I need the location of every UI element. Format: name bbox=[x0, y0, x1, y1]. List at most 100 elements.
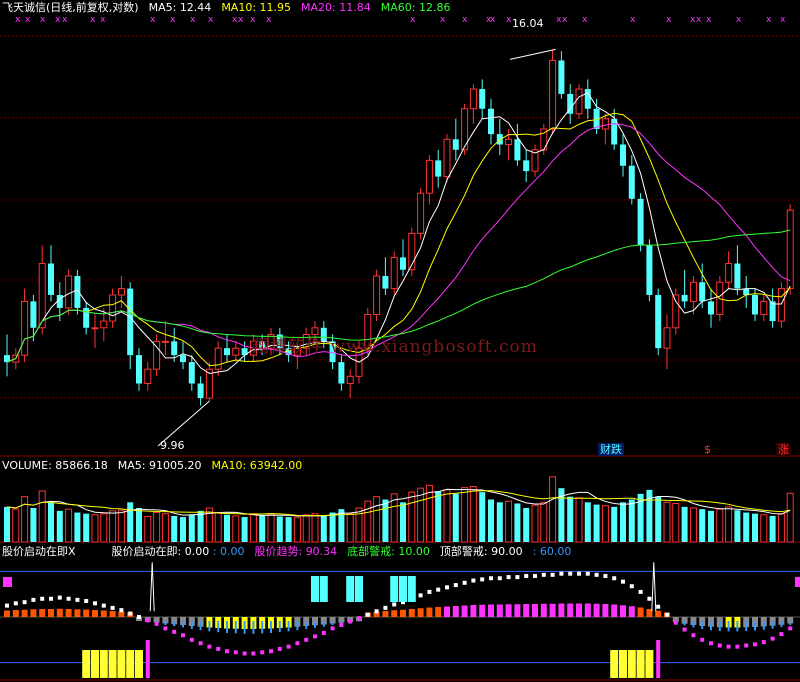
trend-dot bbox=[445, 585, 449, 590]
trend-dot bbox=[691, 633, 696, 638]
volume-bar-up bbox=[117, 509, 125, 543]
trend-dot bbox=[709, 641, 713, 646]
candle-body-down bbox=[197, 383, 204, 399]
volume-bar-up bbox=[601, 505, 609, 543]
volume-bar-down bbox=[611, 506, 618, 542]
ma20-label: MA20: bbox=[301, 1, 336, 14]
volume-bar-down bbox=[743, 512, 750, 542]
bottom-signal-block bbox=[619, 650, 627, 678]
trend-dot bbox=[119, 608, 124, 613]
candle-body-down bbox=[752, 294, 758, 315]
indicator-bar bbox=[118, 611, 125, 617]
volume-bar-down bbox=[752, 513, 758, 542]
trend-dot bbox=[717, 643, 722, 648]
bottom-signal-block bbox=[82, 650, 91, 678]
indicator-bar bbox=[628, 606, 635, 617]
trend-dot bbox=[207, 644, 212, 649]
vol-ma5-label: MA5: bbox=[117, 459, 146, 472]
volume-bar-up bbox=[689, 507, 697, 543]
top-marker: x bbox=[562, 15, 568, 25]
candle-body-up bbox=[232, 347, 240, 356]
trend-dot bbox=[321, 630, 326, 635]
top-marker: x bbox=[582, 15, 588, 25]
candle-body-up bbox=[689, 281, 697, 302]
bottom-signal-block bbox=[99, 650, 108, 678]
indicator-name: 股价启动在即X bbox=[2, 545, 76, 558]
volume-bar-down bbox=[435, 491, 442, 542]
top-signal-block bbox=[355, 576, 363, 602]
candle-body-down bbox=[628, 165, 635, 199]
trend-dot bbox=[603, 573, 608, 578]
indicator-tick bbox=[199, 621, 202, 631]
top-marker: x bbox=[15, 15, 21, 25]
volume-bar-up bbox=[346, 513, 354, 543]
volume-bar-up bbox=[531, 504, 539, 543]
top-marker: x bbox=[55, 15, 61, 25]
indicator-bar bbox=[39, 609, 46, 617]
indicator-bar bbox=[532, 604, 538, 617]
trend-dot bbox=[251, 651, 256, 656]
indicator-tick bbox=[173, 621, 176, 627]
signal-spike bbox=[656, 640, 661, 678]
indicator-tick bbox=[234, 621, 237, 634]
volume-bar-down bbox=[681, 506, 688, 542]
candle-body-up bbox=[390, 256, 398, 290]
volume-bar-up bbox=[786, 492, 794, 543]
candle-body-down bbox=[382, 275, 389, 289]
indicator-bar bbox=[470, 605, 477, 617]
top-marker: x bbox=[490, 15, 496, 25]
trend-dot bbox=[22, 600, 27, 605]
trend-dot bbox=[84, 599, 89, 604]
trend-dot bbox=[638, 589, 643, 594]
candle-body-down bbox=[743, 288, 750, 295]
top-marker: x bbox=[25, 15, 31, 25]
indicator-bar bbox=[408, 609, 415, 617]
trend-dot bbox=[577, 571, 581, 576]
trend-dot bbox=[110, 605, 115, 610]
trend-dot bbox=[418, 593, 423, 598]
volume-bar-down bbox=[276, 516, 283, 542]
candle-body-down bbox=[136, 355, 142, 384]
volume-bar-up bbox=[232, 515, 240, 543]
trend-dot bbox=[330, 626, 335, 631]
volume-bar-down bbox=[699, 509, 706, 542]
trend-dot bbox=[93, 601, 97, 606]
candle-body-down bbox=[171, 341, 178, 356]
volume-bar-down bbox=[514, 503, 521, 542]
trend-dot bbox=[770, 636, 775, 641]
indicator-tick bbox=[789, 621, 792, 625]
side-marker bbox=[795, 577, 800, 587]
candle-body-up bbox=[91, 327, 99, 330]
trend-dot bbox=[189, 637, 194, 642]
indicator-bar bbox=[74, 609, 81, 617]
candle-body-up bbox=[21, 300, 29, 356]
indicator-bar bbox=[637, 607, 644, 617]
trend-dot bbox=[57, 595, 62, 600]
candle-body-up bbox=[601, 118, 609, 130]
candle-body-down bbox=[479, 89, 486, 109]
top-marker: x bbox=[90, 15, 96, 25]
trend-dot bbox=[462, 580, 467, 585]
candle-body-down bbox=[48, 263, 54, 295]
indicator-bar bbox=[30, 609, 37, 617]
trend-dot bbox=[621, 579, 625, 584]
candle-body-up bbox=[417, 192, 425, 234]
candle-body-down bbox=[734, 263, 741, 289]
bottom-signal-block bbox=[108, 650, 117, 678]
indicator-tick bbox=[727, 621, 730, 632]
volume-bar-down bbox=[479, 492, 486, 542]
volume-bar-up bbox=[214, 512, 222, 543]
top-marker: x bbox=[238, 15, 244, 25]
indicator-bar bbox=[92, 610, 98, 617]
indicator-bar bbox=[584, 603, 591, 617]
candle-body-down bbox=[655, 294, 662, 349]
trend-dot bbox=[304, 637, 309, 642]
rise-marker: 涨 bbox=[776, 443, 791, 456]
top-signal-block bbox=[390, 576, 399, 602]
candle-body-down bbox=[188, 362, 195, 384]
candle-body-up bbox=[346, 375, 354, 385]
start-value: 0.00 bbox=[184, 545, 210, 558]
indicator-tick bbox=[718, 621, 721, 631]
candle-body-down bbox=[584, 89, 591, 109]
volume-bar-down bbox=[171, 515, 178, 542]
